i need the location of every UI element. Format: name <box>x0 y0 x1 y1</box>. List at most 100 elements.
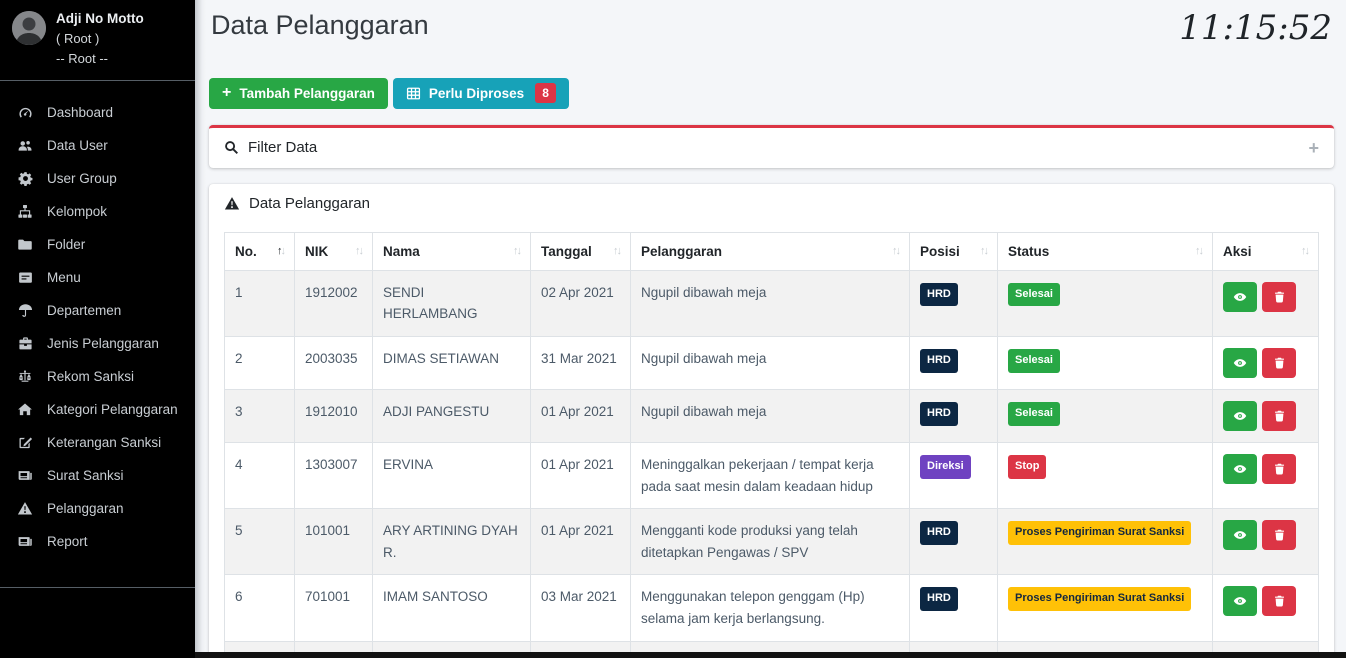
sort-icons: ↑↓ <box>613 245 620 257</box>
avatar <box>12 11 46 45</box>
cell-nik: 1912010 <box>295 389 373 442</box>
view-button[interactable] <box>1223 586 1257 616</box>
newspaper-icon <box>16 534 34 549</box>
cell-nama: DIMAS SETIAWAN <box>373 336 531 389</box>
view-button[interactable] <box>1223 520 1257 550</box>
cell-pelanggaran: Ngupil dibawah meja <box>631 389 910 442</box>
cell-tanggal: 02 Apr 2021 <box>531 270 631 336</box>
posisi-badge: HRD <box>920 402 958 426</box>
cell-no: 1 <box>225 270 295 336</box>
cell-aksi <box>1213 336 1319 389</box>
delete-button[interactable] <box>1262 401 1296 431</box>
view-button[interactable] <box>1223 282 1257 312</box>
eye-icon <box>1232 409 1248 423</box>
table-row: 31912010ADJI PANGESTU01 Apr 2021Ngupil d… <box>225 389 1319 442</box>
balance-scale-icon <box>16 369 34 384</box>
sidebar-item-surat-sanksi[interactable]: Surat Sanksi <box>0 459 195 492</box>
column-label: Nama <box>383 244 420 259</box>
view-button[interactable] <box>1223 401 1257 431</box>
sidebar-item-jenis-pelanggaran[interactable]: Jenis Pelanggaran <box>0 327 195 360</box>
column-header-nama[interactable]: Nama ↑↓ <box>373 232 531 270</box>
sidebar-item-folder[interactable]: Folder <box>0 228 195 261</box>
data-pelanggaran-card: Data Pelanggaran No.↑↓NIK↑↓Nama↑↓Tanggal… <box>209 184 1334 658</box>
cell-aksi <box>1213 442 1319 508</box>
bottom-bar <box>195 652 1346 658</box>
delete-button[interactable] <box>1262 282 1296 312</box>
sidebar-item-kelompok[interactable]: Kelompok <box>0 195 195 228</box>
sidebar-menu: DashboardData UserUser GroupKelompokFold… <box>0 81 195 579</box>
table-grid-icon <box>406 86 421 101</box>
cell-nik: 701001 <box>295 575 373 641</box>
eye-icon <box>1232 462 1248 476</box>
cell-aksi <box>1213 575 1319 641</box>
home-icon <box>16 402 34 417</box>
column-label: Status <box>1008 244 1049 259</box>
delete-button[interactable] <box>1262 348 1296 378</box>
eye-icon <box>1232 594 1248 608</box>
sidebar-item-label: Keterangan Sanksi <box>47 435 161 450</box>
user-name[interactable]: Adji No Motto <box>56 9 144 29</box>
column-label: No. <box>235 244 257 259</box>
sidebar-item-menu[interactable]: Menu <box>0 261 195 294</box>
filter-card-title: Filter Data <box>248 139 317 156</box>
cell-no: 4 <box>225 442 295 508</box>
perlu-diproses-label: Perlu Diproses <box>429 86 524 101</box>
tachometer-icon <box>16 105 34 120</box>
table-row: 11912002SENDI HERLAMBANG02 Apr 2021Ngupi… <box>225 270 1319 336</box>
newspaper-icon <box>16 468 34 483</box>
sidebar-item-user-group[interactable]: User Group <box>0 162 195 195</box>
plus-icon: + <box>222 85 231 101</box>
view-button[interactable] <box>1223 348 1257 378</box>
posisi-badge: HRD <box>920 349 958 373</box>
delete-button[interactable] <box>1262 586 1296 616</box>
column-header-no[interactable]: No. ↑↓ <box>225 232 295 270</box>
cell-tanggal: 31 Mar 2021 <box>531 336 631 389</box>
column-header-nik[interactable]: NIK↑↓ <box>295 232 373 270</box>
main-content: Data Pelanggaran 11:15:52 + Tambah Pelan… <box>195 0 1346 658</box>
cell-tanggal: 01 Apr 2021 <box>531 442 631 508</box>
trash-icon <box>1273 356 1286 370</box>
briefcase-icon <box>16 336 34 351</box>
column-label: NIK <box>305 244 328 259</box>
eye-icon <box>1232 528 1248 542</box>
sort-icons: ↑↓ <box>513 245 520 257</box>
cell-tanggal: 03 Mar 2021 <box>531 575 631 641</box>
sidebar-item-keterangan-sanksi[interactable]: Keterangan Sanksi <box>0 426 195 459</box>
column-header-status[interactable]: Status↑↓ <box>998 232 1213 270</box>
status-badge: Stop <box>1008 455 1046 479</box>
warning-icon <box>16 501 34 516</box>
column-header-tanggal[interactable]: Tanggal ↑↓ <box>531 232 631 270</box>
view-button[interactable] <box>1223 454 1257 484</box>
column-header-posisi[interactable]: Posisi↑↓ <box>910 232 998 270</box>
perlu-diproses-button[interactable]: Perlu Diproses 8 <box>393 78 569 109</box>
user-group: -- Root -- <box>56 49 144 69</box>
sort-icons: ↑↓ <box>277 245 284 257</box>
sidebar-item-label: Pelanggaran <box>47 501 124 516</box>
sidebar-item-report[interactable]: Report <box>0 525 195 558</box>
filter-card-header[interactable]: Filter Data + <box>209 128 1334 168</box>
cell-aksi <box>1213 389 1319 442</box>
column-label: Tanggal <box>541 244 592 259</box>
column-header-pelanggaran[interactable]: Pelanggaran↑↓ <box>631 232 910 270</box>
sidebar-item-dashboard[interactable]: Dashboard <box>0 96 195 129</box>
collapse-plus-icon[interactable]: + <box>1308 139 1319 157</box>
sidebar-item-rekom-sanksi[interactable]: Rekom Sanksi <box>0 360 195 393</box>
sidebar-item-data-user[interactable]: Data User <box>0 129 195 162</box>
sidebar-item-departemen[interactable]: Departemen <box>0 294 195 327</box>
user-panel: Adji No Motto ( Root ) -- Root -- <box>0 0 195 81</box>
add-pelanggaran-button[interactable]: + Tambah Pelanggaran <box>209 78 388 109</box>
sidebar-item-kategori-pelanggaran[interactable]: Kategori Pelanggaran <box>0 393 195 426</box>
add-pelanggaran-label: Tambah Pelanggaran <box>239 86 375 101</box>
sidebar-item-label: Departemen <box>47 303 121 318</box>
delete-button[interactable] <box>1262 520 1296 550</box>
cell-nik: 1912002 <box>295 270 373 336</box>
column-header-aksi[interactable]: Aksi↑↓ <box>1213 232 1319 270</box>
cell-pelanggaran: Menggunakan telepon genggam (Hp) selama … <box>631 575 910 641</box>
cell-no: 5 <box>225 509 295 575</box>
sidebar-item-label: Kategori Pelanggaran <box>47 402 178 417</box>
cell-nama: ADJI PANGESTU <box>373 389 531 442</box>
delete-button[interactable] <box>1262 454 1296 484</box>
sidebar-item-pelanggaran[interactable]: Pelanggaran <box>0 492 195 525</box>
table-row: 5101001ARY ARTINING DYAH R.01 Apr 2021Me… <box>225 509 1319 575</box>
column-label: Pelanggaran <box>641 244 722 259</box>
